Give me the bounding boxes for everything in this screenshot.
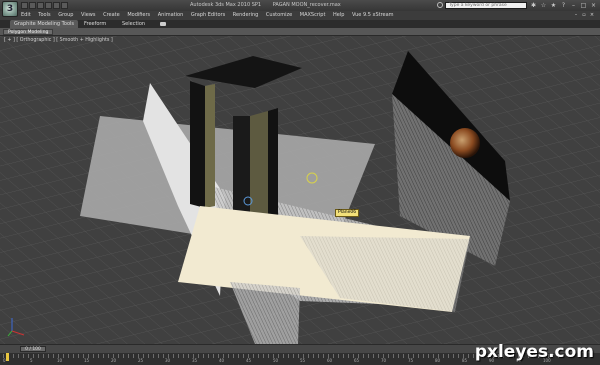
track-label: 85 xyxy=(462,358,468,363)
close-icon[interactable]: × xyxy=(590,2,597,9)
communication-icon[interactable]: ☆ xyxy=(540,2,547,9)
menu-help[interactable]: Help xyxy=(333,11,344,20)
file-name: PAGAN MOON_recover.max xyxy=(272,2,341,8)
pillar-right-side xyxy=(250,111,268,214)
menu-bar: Edit Tools Group Views Create Modifiers … xyxy=(0,11,600,20)
polygon-modeling-group[interactable]: Polygon Modeling xyxy=(3,29,54,35)
doc-restore-icon[interactable]: ▫ xyxy=(580,11,588,20)
favorites-icon[interactable]: ★ xyxy=(550,2,557,9)
menu-graph-editors[interactable]: Graph Editors xyxy=(191,11,225,20)
save-icon[interactable] xyxy=(37,2,44,9)
menu-views[interactable]: Views xyxy=(81,11,95,20)
pillar-left-side xyxy=(205,84,215,208)
project-folder-icon[interactable] xyxy=(61,2,68,9)
moon xyxy=(450,128,480,158)
menu-rendering[interactable]: Rendering xyxy=(233,11,259,20)
menu-edit[interactable]: Edit xyxy=(21,11,31,20)
track-label: 20 xyxy=(111,358,117,363)
redo-icon[interactable] xyxy=(53,2,60,9)
menu-customize[interactable]: Customize xyxy=(266,11,292,20)
track-label: 25 xyxy=(138,358,144,363)
track-label: 30 xyxy=(165,358,171,363)
ribbon-panel: Polygon Modeling xyxy=(0,28,600,36)
tab-freeform[interactable]: Freeform xyxy=(80,20,110,28)
doc-close-icon[interactable]: × xyxy=(588,11,596,20)
tab-graphite-modeling-tools[interactable]: Graphite Modeling Tools xyxy=(10,20,79,28)
subscription-icon[interactable]: ✱ xyxy=(530,2,537,9)
viewport-scene xyxy=(0,36,600,344)
object-tooltip: Plane06 xyxy=(335,209,360,217)
title-toolbar: ✱ ☆ ★ ? – □ × xyxy=(530,2,597,9)
tab-selection[interactable]: Selection xyxy=(118,20,149,28)
window-title: Autodesk 3ds Max 2010 SP1 PAGAN MOON_rec… xyxy=(190,0,351,11)
menu-vue[interactable]: Vue 9.5 xStream xyxy=(352,11,394,20)
title-bar: 3 Autodesk 3ds Max 2010 SP1 PAGAN MOON_r… xyxy=(0,0,600,17)
track-label: 10 xyxy=(57,358,63,363)
maximize-icon[interactable]: □ xyxy=(580,2,587,9)
viewport-label[interactable]: [ + ] [ Orthographic ] [ Smooth + Highli… xyxy=(4,38,113,43)
app-name: Autodesk 3ds Max 2010 SP1 xyxy=(190,2,262,8)
time-slider[interactable]: 0 / 100 xyxy=(20,346,46,352)
search-input[interactable]: Type a keyword or phrase xyxy=(445,2,527,9)
track-label: 65 xyxy=(354,358,360,363)
menu-group[interactable]: Group xyxy=(58,11,73,20)
perspective-viewport[interactable]: [ + ] [ Orthographic ] [ Smooth + Highli… xyxy=(0,36,600,344)
menu-animation[interactable]: Animation xyxy=(158,11,184,20)
pillar-left-front xyxy=(190,81,205,208)
menu-tools[interactable]: Tools xyxy=(38,11,50,20)
track-label: 70 xyxy=(381,358,387,363)
quick-access-toolbar xyxy=(21,2,68,9)
help-icon[interactable]: ? xyxy=(560,2,567,9)
current-frame-marker[interactable] xyxy=(6,353,9,361)
doc-minimize-icon[interactable]: – xyxy=(572,11,580,20)
ribbon-tabs: Graphite Modeling Tools Freeform Selecti… xyxy=(0,20,600,28)
track-label: 40 xyxy=(219,358,225,363)
track-label: 35 xyxy=(192,358,198,363)
pillar-right-front xyxy=(233,116,250,212)
app-logo[interactable]: 3 xyxy=(2,1,18,17)
minimize-icon[interactable]: – xyxy=(570,2,577,9)
track-label: 5 xyxy=(30,358,33,363)
watermark: pxleyes.com xyxy=(474,342,594,362)
menu-maxscript[interactable]: MAXScript xyxy=(300,11,326,20)
track-label: 75 xyxy=(408,358,414,363)
ribbon-toggle-icon[interactable] xyxy=(160,22,166,26)
open-file-icon[interactable] xyxy=(29,2,36,9)
menu-modifiers[interactable]: Modifiers xyxy=(127,11,150,20)
document-window-controls: – ▫ × xyxy=(572,11,596,20)
search-icon[interactable] xyxy=(437,2,443,8)
menu-create[interactable]: Create xyxy=(103,11,120,20)
track-label: 55 xyxy=(300,358,306,363)
pillar-right-back xyxy=(268,108,278,216)
track-label: 60 xyxy=(327,358,333,363)
new-file-icon[interactable] xyxy=(21,2,28,9)
track-label: 50 xyxy=(273,358,279,363)
track-label: 80 xyxy=(435,358,441,363)
undo-icon[interactable] xyxy=(45,2,52,9)
track-label: 45 xyxy=(246,358,252,363)
track-label: 15 xyxy=(84,358,90,363)
